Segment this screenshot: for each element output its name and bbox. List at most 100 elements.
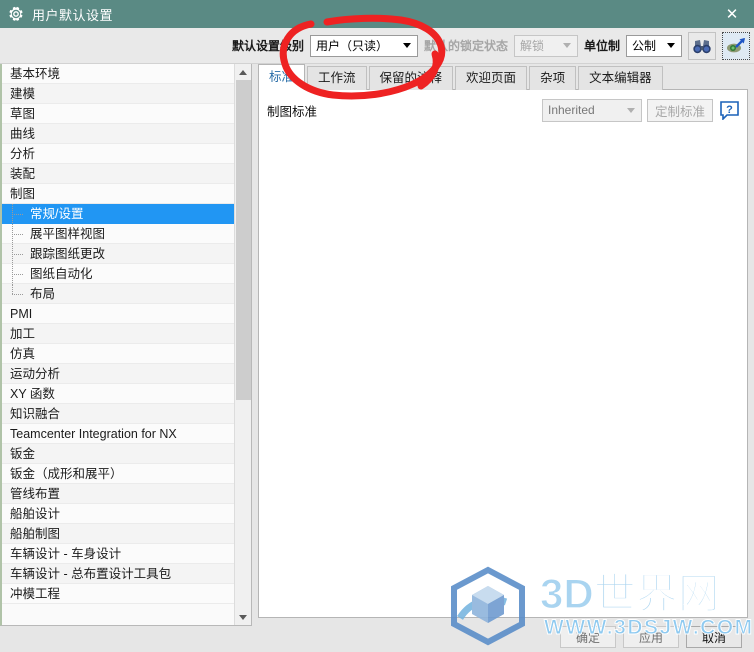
dialog-body: 基本环境建模草图曲线分析装配制图常规/设置展平图样视图 跟踪图纸更改 图纸自动化布局… [0, 64, 754, 652]
drafting-standard-label: 制图标准 [267, 104, 318, 119]
tab-1[interactable]: 工作流 [307, 66, 367, 90]
tree-item-label: 船舶制图 [10, 527, 61, 541]
tree-item[interactable]: 分析 [2, 144, 234, 164]
lock-state-combo[interactable]: 解锁 [513, 34, 578, 57]
default-level-value: 用户（只读） [315, 39, 388, 53]
chevron-down-icon[interactable] [399, 36, 415, 56]
tree-item-label: 车辆设计 - 车身设计 [10, 547, 122, 561]
tree-item[interactable]: 曲线 [2, 124, 234, 144]
scrollbar-thumb[interactable] [236, 80, 251, 400]
tree-item[interactable]: 制图 [2, 184, 234, 204]
gear-icon [9, 6, 23, 21]
tab-0[interactable]: 标准 [258, 64, 306, 90]
tree-item-label: 管线布置 [10, 487, 61, 501]
tree-item[interactable]: 车辆设计 - 车身设计 [2, 544, 234, 564]
lock-state-value: 解锁 [519, 39, 544, 53]
tree-item-label: 曲线 [10, 127, 36, 141]
tree-item[interactable]: 知识融合 [2, 404, 234, 424]
tree-item[interactable]: 船舶设计 [2, 504, 234, 524]
tree-item-label: 跟踪图纸更改 [30, 247, 106, 261]
settings-category-tree: 基本环境建模草图曲线分析装配制图常规/设置展平图样视图 跟踪图纸更改 图纸自动化布局… [0, 64, 252, 626]
unit-system-combo[interactable]: 公制 [626, 34, 682, 57]
tree-item-label: 加工 [10, 327, 36, 341]
dialog-button-bar: 确定 应用 取消 [560, 626, 742, 648]
settings-toolbar: 默认设置级别 用户（只读） 默认的锁定状态 解锁 单位制 公制 [0, 28, 754, 64]
binoculars-arrow-icon [727, 37, 745, 52]
chevron-down-icon[interactable] [235, 609, 251, 625]
tree-item-label: 知识融合 [10, 407, 61, 421]
find-next-button[interactable] [722, 31, 750, 60]
tree-item[interactable]: PMI [2, 304, 234, 324]
drafting-standard-row: 制图标准 Inherited 定制标准 ? [267, 98, 739, 122]
tree-item[interactable]: 常规/设置 [2, 204, 234, 224]
tree-item-label: 车辆设计 - 总布置设计工具包 [10, 567, 172, 581]
default-level-label: 默认设置级别 [231, 39, 304, 53]
tree-item[interactable]: 基本环境 [2, 64, 234, 84]
cancel-button[interactable]: 取消 [686, 626, 742, 648]
lock-state-label: 默认的锁定状态 [423, 39, 508, 53]
tree-connector-line [12, 264, 26, 283]
apply-button[interactable]: 应用 [623, 626, 679, 648]
tree-item-label: 冲模工程 [10, 587, 61, 601]
customize-standard-button[interactable]: 定制标准 [647, 98, 713, 122]
tree-item-label: 展平图样视图 [30, 227, 106, 241]
tree-item-label: 运动分析 [10, 367, 61, 381]
tree-connector-line [12, 204, 26, 223]
binoculars-icon-glyph [693, 39, 711, 53]
tree-item-label: 钣金（成形和展平） [10, 467, 123, 481]
tab-5[interactable]: 文本编辑器 [578, 66, 663, 90]
tree-item-label: 装配 [10, 167, 36, 181]
tree-item[interactable]: 钣金（成形和展平） [2, 464, 234, 484]
tree-item-label: 制图 [10, 187, 36, 201]
tree-item[interactable]: 运动分析 [2, 364, 234, 384]
tree-item-label: 钣金 [10, 447, 36, 461]
tree-item[interactable]: 布局 [2, 284, 234, 304]
tree-item[interactable]: 船舶制图 [2, 524, 234, 544]
tree-item-label: XY 函数 [10, 387, 55, 401]
tree-item[interactable]: 仿真 [2, 344, 234, 364]
tree-item-label: 图纸自动化 [30, 267, 93, 281]
tree-item-label: PMI [10, 307, 33, 321]
tree-item[interactable]: 建模 [2, 84, 234, 104]
tree-item-label: 草图 [10, 107, 36, 121]
tree-item[interactable]: 车辆设计 - 总布置设计工具包 [2, 564, 234, 584]
chevron-down-icon[interactable] [663, 36, 679, 56]
tab-4[interactable]: 杂项 [529, 66, 577, 90]
tree-item[interactable]: 草图 [2, 104, 234, 124]
window-title: 用户默认设置 [32, 7, 114, 23]
unit-system-value: 公制 [632, 39, 657, 53]
tree-item[interactable]: 装配 [2, 164, 234, 184]
tree-item-label: 分析 [10, 147, 36, 161]
ok-button[interactable]: 确定 [560, 626, 616, 648]
binoculars-icon[interactable] [688, 31, 716, 60]
tree-item[interactable]: 展平图样视图 [2, 224, 234, 244]
default-level-combo[interactable]: 用户（只读） [309, 34, 418, 57]
tree-scrollbar[interactable] [234, 64, 251, 625]
tree-item[interactable]: XY 函数 [2, 384, 234, 404]
chevron-down-icon[interactable] [623, 100, 639, 121]
tree-item-label: 布局 [30, 287, 56, 301]
tree-item[interactable]: 图纸自动化 [2, 264, 234, 284]
tab-2[interactable]: 保留的注释 [368, 66, 454, 90]
tree-item[interactable]: Teamcenter Integration for NX [2, 424, 234, 444]
tree-item[interactable]: 跟踪图纸更改 [2, 244, 234, 264]
drafting-standard-value: Inherited [548, 103, 595, 117]
settings-detail-panel: 标准 工作流 保留的注释 欢迎页面 杂项 文本编辑器 制图标准 Inherited 定制标… [258, 64, 748, 652]
tree-item[interactable]: 管线布置 [2, 484, 234, 504]
unit-system-label: 单位制 [583, 39, 620, 53]
tree-item[interactable]: 加工 [2, 324, 234, 344]
chevron-up-icon[interactable] [235, 64, 251, 80]
window-titlebar: 用户默认设置 ✕ [0, 0, 754, 28]
close-icon[interactable]: ✕ [710, 0, 754, 28]
tab-3[interactable]: 欢迎页面 [455, 66, 528, 90]
tree-item[interactable]: 钣金 [2, 444, 234, 464]
tree-item[interactable]: 冲模工程 [2, 584, 234, 604]
tree-list[interactable]: 基本环境建模草图曲线分析装配制图常规/设置展平图样视图 跟踪图纸更改 图纸自动化布局… [2, 64, 234, 625]
drafting-standard-combo[interactable]: Inherited [542, 98, 642, 122]
help-question-icon[interactable]: ? [720, 100, 739, 120]
chevron-down-icon[interactable] [559, 36, 575, 56]
tree-item-label: 仿真 [10, 347, 36, 361]
tree-item-label: Teamcenter Integration for NX [10, 427, 177, 441]
tab-strip: 标准 工作流 保留的注释 欢迎页面 杂项 文本编辑器 [258, 64, 748, 90]
tree-item-label: 建模 [10, 87, 36, 101]
